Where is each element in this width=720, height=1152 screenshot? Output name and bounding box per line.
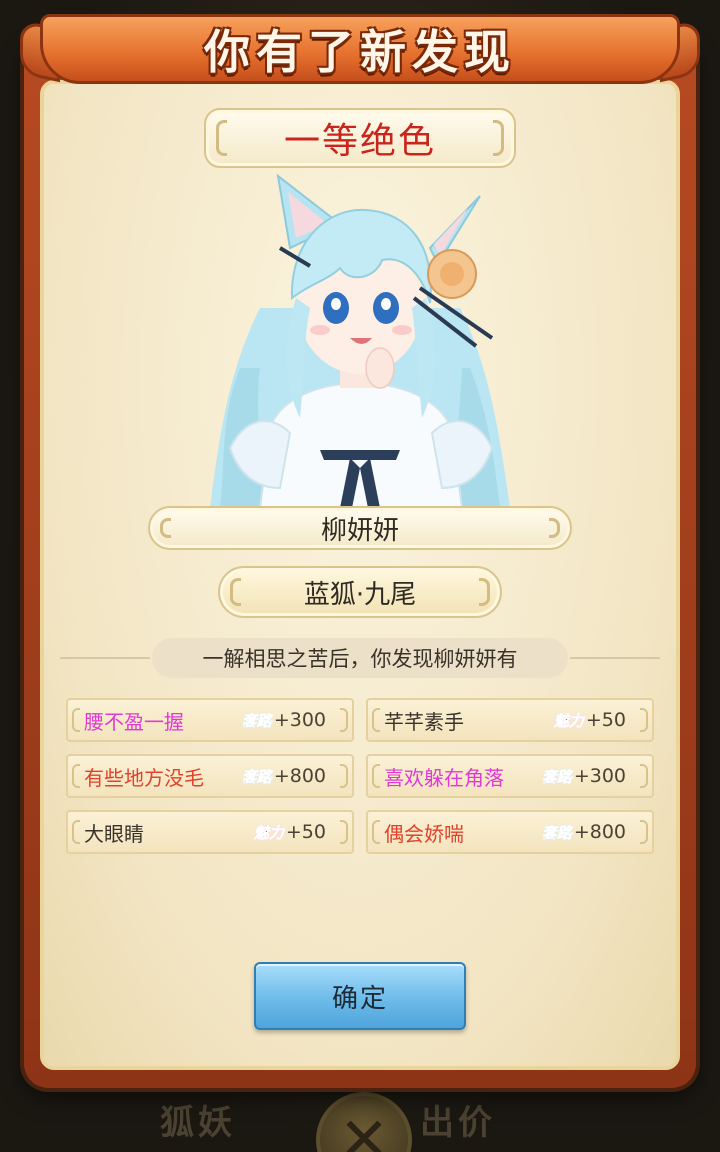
character-name-plate: 柳妍妍 — [148, 506, 572, 550]
trait-value: +50 — [585, 709, 626, 731]
trait-value: +300 — [273, 709, 326, 731]
trait-name: 喜欢躲在角落 — [384, 765, 504, 790]
dialog-title: 你有了新发现 — [204, 25, 516, 79]
bracket-right-decoration — [549, 518, 560, 538]
divider-right — [570, 657, 660, 659]
trait-stat: 套路 +800 — [241, 765, 326, 787]
bracket-right-decoration — [479, 578, 490, 606]
trait-card: 有些地方没毛 套路 +800 — [66, 754, 354, 798]
trait-value: +800 — [273, 765, 326, 787]
description-ribbon: 一解相思之苦后，你发现柳妍妍有 — [60, 638, 660, 678]
stat-badge-meili: 魅力 — [253, 823, 285, 842]
trait-name: 偶会娇喘 — [384, 821, 464, 846]
background-label-right: 出价 — [420, 1103, 496, 1143]
bracket-left-decoration — [230, 578, 241, 606]
trait-value: +50 — [285, 821, 326, 843]
bracket-left-decoration — [216, 120, 227, 156]
character-type-plate: 蓝狐·九尾 — [218, 566, 502, 618]
stat-badge-taolu: 套路 — [541, 767, 573, 786]
trait-card: 大眼睛 魅力 +50 — [66, 810, 354, 854]
stat-badge-taolu: 套路 — [241, 767, 273, 786]
trait-name: 腰不盈一握 — [84, 709, 184, 734]
title-banner: 你有了新发现 — [20, 0, 700, 92]
trait-stat: 套路 +800 — [541, 821, 626, 843]
trait-name: 芊芊素手 — [384, 709, 464, 734]
divider-left — [60, 657, 150, 659]
trait-value: +800 — [573, 821, 626, 843]
confirm-button[interactable]: 确定 — [254, 962, 466, 1030]
character-type: 蓝狐·九尾 — [303, 579, 417, 610]
character-portrait — [210, 173, 510, 508]
confirm-button-label: 确定 — [331, 983, 388, 1014]
description-pill: 一解相思之苦后，你发现柳妍妍有 — [152, 638, 568, 678]
trait-card: 芊芊素手 魅力 +50 — [366, 698, 654, 742]
trait-value: +300 — [573, 765, 626, 787]
trait-list: 腰不盈一握 套路 +300 芊芊素手 魅力 +50 有些地方没毛 套路 +800 喜欢躲在角落 套路… — [66, 698, 654, 854]
trait-name: 有些地方没毛 — [84, 765, 204, 790]
stat-badge-taolu: 套路 — [541, 823, 573, 842]
trait-card: 偶会娇喘 套路 +800 — [366, 810, 654, 854]
character-name: 柳妍妍 — [320, 515, 399, 546]
close-icon[interactable]: ✕ — [316, 1092, 412, 1152]
trait-stat: 套路 +300 — [541, 765, 626, 787]
background-label-left: 狐妖 — [160, 1103, 236, 1143]
trait-stat: 套路 +300 — [241, 709, 326, 731]
bracket-left-decoration — [160, 518, 171, 538]
stat-badge-taolu: 套路 — [241, 711, 273, 730]
trait-card: 喜欢躲在角落 套路 +300 — [366, 754, 654, 798]
game-screen: 狐妖 出价 ✕ 你有了新发现 一等绝色 柳妍妍 蓝狐·九尾 一解相思之苦后，你发… — [0, 0, 720, 1152]
trait-name: 大眼睛 — [84, 821, 144, 846]
trait-card: 腰不盈一握 套路 +300 — [66, 698, 354, 742]
stat-badge-meili: 魅力 — [553, 711, 585, 730]
bracket-right-decoration — [493, 120, 504, 156]
rank-label: 一等绝色 — [283, 121, 436, 162]
description-text: 一解相思之苦后，你发现柳妍妍有 — [202, 647, 518, 671]
trait-stat: 魅力 +50 — [553, 709, 626, 731]
trait-stat: 魅力 +50 — [253, 821, 326, 843]
rank-plate: 一等绝色 — [204, 108, 516, 168]
